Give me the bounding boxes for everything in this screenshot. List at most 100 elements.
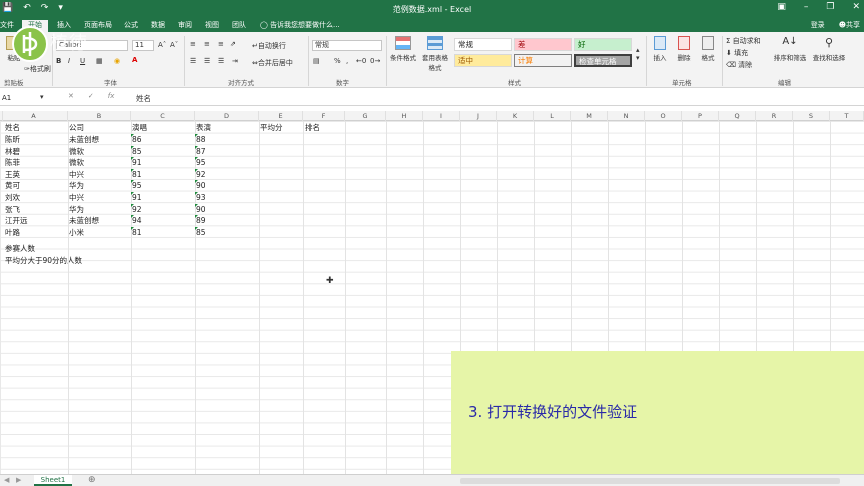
- style-neutral[interactable]: 适中: [454, 54, 512, 67]
- column-header-t[interactable]: T: [830, 111, 864, 121]
- maximize-icon[interactable]: ❐: [826, 2, 834, 12]
- cell-name[interactable]: 刘欢: [5, 192, 20, 203]
- cell-company[interactable]: 微软: [69, 146, 84, 157]
- header-cell-name[interactable]: 姓名: [5, 122, 20, 133]
- italic-button[interactable]: I: [68, 57, 70, 65]
- column-header-d[interactable]: D: [195, 111, 259, 121]
- ribbon-display-icon[interactable]: ▣: [777, 2, 786, 12]
- cell-name[interactable]: 张飞: [5, 204, 20, 215]
- clear-button[interactable]: ⌫ 清除: [726, 60, 752, 70]
- note-participants[interactable]: 参赛人数: [5, 243, 35, 254]
- share-button[interactable]: ☻共享: [839, 20, 860, 30]
- format-cells-button[interactable]: 格式: [698, 36, 718, 62]
- merge-center-button[interactable]: ⇔合并后居中: [252, 58, 293, 68]
- column-header-g[interactable]: G: [345, 111, 386, 121]
- header-cell-singing[interactable]: 演唱: [132, 122, 147, 133]
- cell-name[interactable]: 王英: [5, 169, 20, 180]
- percent-icon[interactable]: %: [334, 57, 341, 65]
- cell-company[interactable]: 华为: [69, 204, 84, 215]
- column-header-a[interactable]: A: [0, 111, 68, 121]
- tell-me-box[interactable]: ◯ 告诉我您想要做什么...: [260, 20, 340, 30]
- underline-button[interactable]: U: [80, 57, 85, 65]
- column-header-l[interactable]: L: [534, 111, 571, 121]
- find-select-button[interactable]: ⚲ 查找和选择: [810, 36, 848, 62]
- header-cell-rank[interactable]: 排名: [305, 122, 320, 133]
- insert-cells-button[interactable]: 插入: [650, 36, 670, 62]
- cell-name[interactable]: 叶路: [5, 227, 20, 238]
- tab-data[interactable]: 数据: [151, 20, 165, 32]
- cell-company[interactable]: 未蓝创想: [69, 215, 99, 226]
- comma-icon[interactable]: ,: [346, 57, 348, 65]
- style-calculation[interactable]: 计算: [514, 54, 572, 67]
- fill-color-icon[interactable]: ◉: [114, 57, 120, 65]
- sign-in-link[interactable]: 登录: [811, 20, 825, 30]
- align-right-icon[interactable]: ☰: [218, 57, 224, 65]
- style-bad[interactable]: 差: [514, 38, 572, 51]
- style-good[interactable]: 好: [574, 38, 632, 51]
- wrap-text-button[interactable]: ↵自动换行: [252, 41, 286, 51]
- border-icon[interactable]: ▦: [96, 57, 103, 65]
- column-header-k[interactable]: K: [497, 111, 534, 121]
- cell-name[interactable]: 江开远: [5, 215, 28, 226]
- tab-review[interactable]: 审阅: [178, 20, 192, 32]
- decrease-decimal-icon[interactable]: 0→: [370, 57, 380, 65]
- indent-icon[interactable]: ⇥: [232, 57, 238, 65]
- tab-formulas[interactable]: 公式: [124, 20, 138, 32]
- align-center-icon[interactable]: ☰: [204, 57, 210, 65]
- column-header-e[interactable]: E: [259, 111, 303, 121]
- sheet-tab-sheet1[interactable]: Sheet1: [34, 475, 72, 486]
- tab-view[interactable]: 视图: [205, 20, 219, 32]
- bold-button[interactable]: B: [56, 57, 61, 65]
- column-header-n[interactable]: N: [608, 111, 645, 121]
- namebox-dropdown-icon[interactable]: ▾: [40, 93, 44, 101]
- cell-name[interactable]: 陈昕: [5, 134, 20, 145]
- delete-cells-button[interactable]: 删除: [674, 36, 694, 62]
- column-header-f[interactable]: F: [303, 111, 345, 121]
- add-sheet-icon[interactable]: ⊕: [88, 475, 96, 485]
- close-icon[interactable]: ✕: [852, 2, 860, 12]
- column-header-o[interactable]: O: [645, 111, 682, 121]
- orientation-icon[interactable]: ⇗: [230, 40, 236, 48]
- font-size-dropdown[interactable]: 11: [132, 40, 154, 51]
- header-cell-company[interactable]: 公司: [69, 122, 84, 133]
- note-above-90[interactable]: 平均分大于90分的人数: [5, 255, 82, 266]
- autosum-button[interactable]: Σ 自动求和: [726, 36, 761, 46]
- increase-decimal-icon[interactable]: ←0: [356, 57, 366, 65]
- style-check-cell[interactable]: 检查单元格: [574, 54, 632, 67]
- cancel-icon[interactable]: ✕: [68, 92, 74, 100]
- horizontal-scrollbar[interactable]: [460, 478, 840, 484]
- styles-scroll-icon[interactable]: ▴ ▾: [636, 46, 640, 62]
- sort-filter-button[interactable]: A↓ 排序和筛选: [772, 36, 808, 62]
- cell-name[interactable]: 陈菲: [5, 157, 20, 168]
- fill-button[interactable]: ⬇ 填充: [726, 48, 748, 58]
- cell-company[interactable]: 未蓝创想: [69, 134, 99, 145]
- style-normal[interactable]: 常规: [454, 38, 512, 51]
- format-as-table-button[interactable]: 套用表格格式: [420, 36, 450, 72]
- cell-name[interactable]: 林碧: [5, 146, 20, 157]
- format-painter-button[interactable]: ✑格式刷: [24, 64, 51, 74]
- column-header-h[interactable]: H: [386, 111, 423, 121]
- column-header-c[interactable]: C: [131, 111, 195, 121]
- number-format-dropdown[interactable]: 常规: [312, 40, 382, 51]
- font-color-icon[interactable]: A: [132, 56, 137, 64]
- align-middle-icon[interactable]: ≡: [204, 40, 210, 48]
- grow-font-icon[interactable]: Aˆ: [158, 41, 166, 49]
- minimize-icon[interactable]: –: [804, 2, 809, 12]
- align-left-icon[interactable]: ☰: [190, 57, 196, 65]
- conditional-format-button[interactable]: 条件格式: [388, 36, 418, 62]
- column-header-j[interactable]: J: [460, 111, 497, 121]
- scroll-tabs-right-icon[interactable]: ▶: [16, 476, 21, 484]
- insert-function-icon[interactable]: fx: [108, 92, 115, 100]
- column-header-s[interactable]: S: [793, 111, 830, 121]
- column-header-b[interactable]: B: [68, 111, 131, 121]
- cell-company[interactable]: 中兴: [69, 169, 84, 180]
- tab-page-layout[interactable]: 页面布局: [84, 20, 112, 32]
- column-header-i[interactable]: I: [423, 111, 460, 121]
- confirm-icon[interactable]: ✓: [88, 92, 94, 100]
- shrink-font-icon[interactable]: Aˇ: [170, 41, 178, 49]
- formula-input[interactable]: 姓名: [136, 93, 151, 104]
- align-bottom-icon[interactable]: ≡: [218, 40, 224, 48]
- align-top-icon[interactable]: ≡: [190, 40, 196, 48]
- header-cell-average[interactable]: 平均分: [260, 122, 283, 133]
- accounting-icon[interactable]: ▤: [313, 57, 320, 65]
